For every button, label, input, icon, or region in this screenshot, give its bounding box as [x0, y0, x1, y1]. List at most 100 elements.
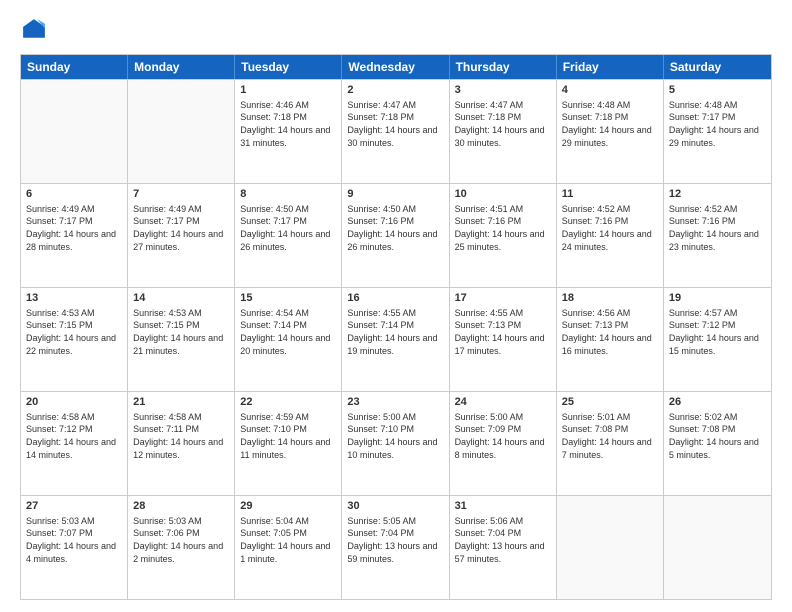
- header-day-sunday: Sunday: [21, 55, 128, 79]
- cell-info: Sunrise: 4:57 AM Sunset: 7:12 PM Dayligh…: [669, 307, 766, 357]
- day-number: 4: [562, 83, 658, 98]
- header-day-thursday: Thursday: [450, 55, 557, 79]
- header-day-friday: Friday: [557, 55, 664, 79]
- day-number: 19: [669, 291, 766, 306]
- cell-info: Sunrise: 4:53 AM Sunset: 7:15 PM Dayligh…: [26, 307, 122, 357]
- calendar-cell-8: 8Sunrise: 4:50 AM Sunset: 7:17 PM Daylig…: [235, 184, 342, 287]
- calendar-cell-1: 1Sunrise: 4:46 AM Sunset: 7:18 PM Daylig…: [235, 80, 342, 183]
- day-number: 27: [26, 499, 122, 514]
- calendar-cell-29: 29Sunrise: 5:04 AM Sunset: 7:05 PM Dayli…: [235, 496, 342, 599]
- calendar-cell-21: 21Sunrise: 4:58 AM Sunset: 7:11 PM Dayli…: [128, 392, 235, 495]
- cell-info: Sunrise: 4:59 AM Sunset: 7:10 PM Dayligh…: [240, 411, 336, 461]
- cell-info: Sunrise: 4:48 AM Sunset: 7:18 PM Dayligh…: [562, 99, 658, 149]
- header-day-tuesday: Tuesday: [235, 55, 342, 79]
- cell-info: Sunrise: 5:00 AM Sunset: 7:10 PM Dayligh…: [347, 411, 443, 461]
- cell-info: Sunrise: 4:50 AM Sunset: 7:16 PM Dayligh…: [347, 203, 443, 253]
- cell-info: Sunrise: 4:58 AM Sunset: 7:11 PM Dayligh…: [133, 411, 229, 461]
- calendar-cell-9: 9Sunrise: 4:50 AM Sunset: 7:16 PM Daylig…: [342, 184, 449, 287]
- calendar-cell-6: 6Sunrise: 4:49 AM Sunset: 7:17 PM Daylig…: [21, 184, 128, 287]
- cell-info: Sunrise: 4:55 AM Sunset: 7:13 PM Dayligh…: [455, 307, 551, 357]
- calendar-cell-11: 11Sunrise: 4:52 AM Sunset: 7:16 PM Dayli…: [557, 184, 664, 287]
- cell-info: Sunrise: 4:52 AM Sunset: 7:16 PM Dayligh…: [562, 203, 658, 253]
- day-number: 30: [347, 499, 443, 514]
- cell-info: Sunrise: 4:51 AM Sunset: 7:16 PM Dayligh…: [455, 203, 551, 253]
- day-number: 8: [240, 187, 336, 202]
- calendar-cell-2: 2Sunrise: 4:47 AM Sunset: 7:18 PM Daylig…: [342, 80, 449, 183]
- calendar-cell-empty-0-0: [21, 80, 128, 183]
- calendar-cell-13: 13Sunrise: 4:53 AM Sunset: 7:15 PM Dayli…: [21, 288, 128, 391]
- calendar-cell-empty-4-5: [557, 496, 664, 599]
- cell-info: Sunrise: 5:03 AM Sunset: 7:07 PM Dayligh…: [26, 515, 122, 565]
- page: SundayMondayTuesdayWednesdayThursdayFrid…: [0, 0, 792, 612]
- day-number: 29: [240, 499, 336, 514]
- day-number: 26: [669, 395, 766, 410]
- logo: [20, 16, 52, 44]
- calendar-row-2: 13Sunrise: 4:53 AM Sunset: 7:15 PM Dayli…: [21, 287, 771, 391]
- day-number: 18: [562, 291, 658, 306]
- calendar-cell-19: 19Sunrise: 4:57 AM Sunset: 7:12 PM Dayli…: [664, 288, 771, 391]
- cell-info: Sunrise: 5:06 AM Sunset: 7:04 PM Dayligh…: [455, 515, 551, 565]
- calendar-row-0: 1Sunrise: 4:46 AM Sunset: 7:18 PM Daylig…: [21, 79, 771, 183]
- cell-info: Sunrise: 4:47 AM Sunset: 7:18 PM Dayligh…: [347, 99, 443, 149]
- day-number: 24: [455, 395, 551, 410]
- cell-info: Sunrise: 5:01 AM Sunset: 7:08 PM Dayligh…: [562, 411, 658, 461]
- cell-info: Sunrise: 4:48 AM Sunset: 7:17 PM Dayligh…: [669, 99, 766, 149]
- day-number: 23: [347, 395, 443, 410]
- cell-info: Sunrise: 4:55 AM Sunset: 7:14 PM Dayligh…: [347, 307, 443, 357]
- day-number: 10: [455, 187, 551, 202]
- day-number: 31: [455, 499, 551, 514]
- calendar-row-1: 6Sunrise: 4:49 AM Sunset: 7:17 PM Daylig…: [21, 183, 771, 287]
- calendar-cell-14: 14Sunrise: 4:53 AM Sunset: 7:15 PM Dayli…: [128, 288, 235, 391]
- cell-info: Sunrise: 5:00 AM Sunset: 7:09 PM Dayligh…: [455, 411, 551, 461]
- day-number: 1: [240, 83, 336, 98]
- day-number: 22: [240, 395, 336, 410]
- day-number: 20: [26, 395, 122, 410]
- day-number: 11: [562, 187, 658, 202]
- calendar-cell-23: 23Sunrise: 5:00 AM Sunset: 7:10 PM Dayli…: [342, 392, 449, 495]
- calendar-row-4: 27Sunrise: 5:03 AM Sunset: 7:07 PM Dayli…: [21, 495, 771, 599]
- day-number: 14: [133, 291, 229, 306]
- calendar-header: SundayMondayTuesdayWednesdayThursdayFrid…: [21, 55, 771, 79]
- header-day-wednesday: Wednesday: [342, 55, 449, 79]
- day-number: 3: [455, 83, 551, 98]
- calendar-cell-27: 27Sunrise: 5:03 AM Sunset: 7:07 PM Dayli…: [21, 496, 128, 599]
- day-number: 15: [240, 291, 336, 306]
- day-number: 17: [455, 291, 551, 306]
- calendar-cell-31: 31Sunrise: 5:06 AM Sunset: 7:04 PM Dayli…: [450, 496, 557, 599]
- day-number: 2: [347, 83, 443, 98]
- calendar-cell-18: 18Sunrise: 4:56 AM Sunset: 7:13 PM Dayli…: [557, 288, 664, 391]
- cell-info: Sunrise: 4:49 AM Sunset: 7:17 PM Dayligh…: [26, 203, 122, 253]
- cell-info: Sunrise: 5:04 AM Sunset: 7:05 PM Dayligh…: [240, 515, 336, 565]
- calendar-row-3: 20Sunrise: 4:58 AM Sunset: 7:12 PM Dayli…: [21, 391, 771, 495]
- day-number: 16: [347, 291, 443, 306]
- calendar-cell-3: 3Sunrise: 4:47 AM Sunset: 7:18 PM Daylig…: [450, 80, 557, 183]
- day-number: 7: [133, 187, 229, 202]
- day-number: 6: [26, 187, 122, 202]
- calendar: SundayMondayTuesdayWednesdayThursdayFrid…: [20, 54, 772, 600]
- cell-info: Sunrise: 4:56 AM Sunset: 7:13 PM Dayligh…: [562, 307, 658, 357]
- calendar-cell-28: 28Sunrise: 5:03 AM Sunset: 7:06 PM Dayli…: [128, 496, 235, 599]
- calendar-body: 1Sunrise: 4:46 AM Sunset: 7:18 PM Daylig…: [21, 79, 771, 599]
- day-number: 5: [669, 83, 766, 98]
- day-number: 12: [669, 187, 766, 202]
- calendar-cell-17: 17Sunrise: 4:55 AM Sunset: 7:13 PM Dayli…: [450, 288, 557, 391]
- cell-info: Sunrise: 4:49 AM Sunset: 7:17 PM Dayligh…: [133, 203, 229, 253]
- cell-info: Sunrise: 4:58 AM Sunset: 7:12 PM Dayligh…: [26, 411, 122, 461]
- cell-info: Sunrise: 5:02 AM Sunset: 7:08 PM Dayligh…: [669, 411, 766, 461]
- day-number: 9: [347, 187, 443, 202]
- day-number: 13: [26, 291, 122, 306]
- calendar-cell-16: 16Sunrise: 4:55 AM Sunset: 7:14 PM Dayli…: [342, 288, 449, 391]
- calendar-cell-25: 25Sunrise: 5:01 AM Sunset: 7:08 PM Dayli…: [557, 392, 664, 495]
- calendar-cell-24: 24Sunrise: 5:00 AM Sunset: 7:09 PM Dayli…: [450, 392, 557, 495]
- day-number: 21: [133, 395, 229, 410]
- header: [20, 16, 772, 44]
- calendar-cell-22: 22Sunrise: 4:59 AM Sunset: 7:10 PM Dayli…: [235, 392, 342, 495]
- calendar-cell-15: 15Sunrise: 4:54 AM Sunset: 7:14 PM Dayli…: [235, 288, 342, 391]
- calendar-cell-7: 7Sunrise: 4:49 AM Sunset: 7:17 PM Daylig…: [128, 184, 235, 287]
- cell-info: Sunrise: 5:03 AM Sunset: 7:06 PM Dayligh…: [133, 515, 229, 565]
- day-number: 25: [562, 395, 658, 410]
- cell-info: Sunrise: 4:54 AM Sunset: 7:14 PM Dayligh…: [240, 307, 336, 357]
- cell-info: Sunrise: 4:46 AM Sunset: 7:18 PM Dayligh…: [240, 99, 336, 149]
- header-day-saturday: Saturday: [664, 55, 771, 79]
- cell-info: Sunrise: 5:05 AM Sunset: 7:04 PM Dayligh…: [347, 515, 443, 565]
